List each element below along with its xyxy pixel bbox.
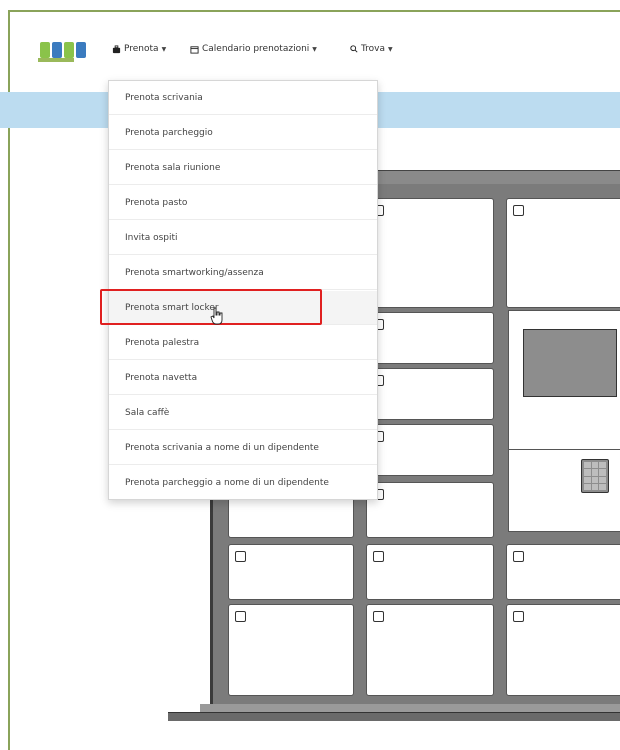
locker-cell[interactable] [366,198,494,308]
chevron-down-icon: ▼ [312,45,317,53]
locker-control-panel [508,310,620,532]
menu-item-label: Prenota sala riunione [125,162,221,173]
menu-item-prenota-palestra[interactable]: Prenota palestra [109,326,377,360]
nav-calendario-label: Calendario prenotazioni [202,44,310,54]
menu-item-prenota-scrivania-dipendente[interactable]: Prenota scrivania a nome di un dipendent… [109,431,377,465]
keypad-icon [581,459,609,493]
menu-item-prenota-scrivania[interactable]: Prenota scrivania [109,81,377,115]
nav-prenota-label: Prenota [124,44,159,54]
checkbox-icon [373,611,384,622]
chevron-down-icon: ▼ [388,45,393,53]
checkbox-icon [235,611,246,622]
menu-item-label: Prenota navetta [125,372,198,383]
menu-item-label: Prenota scrivania [125,92,203,103]
menu-item-label: Sala caffè [125,407,170,418]
hand-cursor-icon [210,307,223,325]
menu-item-label: Prenota pasto [125,197,188,208]
locker-cell[interactable] [228,604,354,696]
navbar: Prenota ▼ Calendario prenotazioni ▼ Trov… [0,0,620,92]
menu-item-prenota-parcheggio-dipendente[interactable]: Prenota parcheggio a nome di un dipenden… [109,466,377,500]
divider [509,449,620,450]
locker-cell[interactable] [506,544,620,600]
locker-cell[interactable] [228,544,354,600]
locker-cell[interactable] [506,604,620,696]
checkbox-icon [513,205,524,216]
locker-screen [523,329,617,397]
menu-item-label: Prenota parcheggio a nome di un dipenden… [125,478,329,488]
nav-calendario[interactable]: Calendario prenotazioni ▼ [190,44,317,54]
search-icon [350,45,358,53]
menu-item-prenota-smartworking[interactable]: Prenota smartworking/assenza [109,256,377,290]
checkbox-icon [513,551,524,562]
chevron-down-icon: ▼ [161,45,167,53]
locker-cell[interactable] [366,424,494,476]
checkbox-icon [513,611,524,622]
nav-trova[interactable]: Trova ▼ [350,44,393,54]
checkbox-icon [373,551,384,562]
checkbox-icon [235,551,246,562]
calendar-icon [190,45,199,54]
locker-cell[interactable] [366,312,494,364]
menu-item-label: Prenota smartworking/assenza [125,267,264,278]
menu-item-sala-caffe[interactable]: Sala caffè [109,396,377,430]
menu-item-prenota-pasto[interactable]: Prenota pasto [109,186,377,220]
locker-floor [168,712,620,721]
locker-cell[interactable] [366,544,494,600]
menu-item-prenota-parcheggio[interactable]: Prenota parcheggio [109,116,377,150]
menu-item-label: Invita ospiti [125,232,178,243]
nav-prenota[interactable]: Prenota ▼ [112,44,166,54]
briefcase-icon [112,44,121,53]
menu-item-prenota-sala-riunione[interactable]: Prenota sala riunione [109,151,377,185]
menu-item-label: Prenota parcheggio [125,127,213,138]
logo[interactable] [34,40,90,66]
nav-trova-label: Trova [361,44,386,54]
locker-cell[interactable] [366,482,494,538]
menu-item-label: Prenota palestra [125,337,200,348]
locker-cell[interactable] [506,198,620,308]
menu-item-invita-ospiti[interactable]: Invita ospiti [109,221,377,255]
menu-item-prenota-navetta[interactable]: Prenota navetta [109,361,377,395]
locker-cell[interactable] [366,368,494,420]
menu-item-label: Prenota scrivania a nome di un dipendent… [125,442,319,453]
locker-cell[interactable] [366,604,494,696]
